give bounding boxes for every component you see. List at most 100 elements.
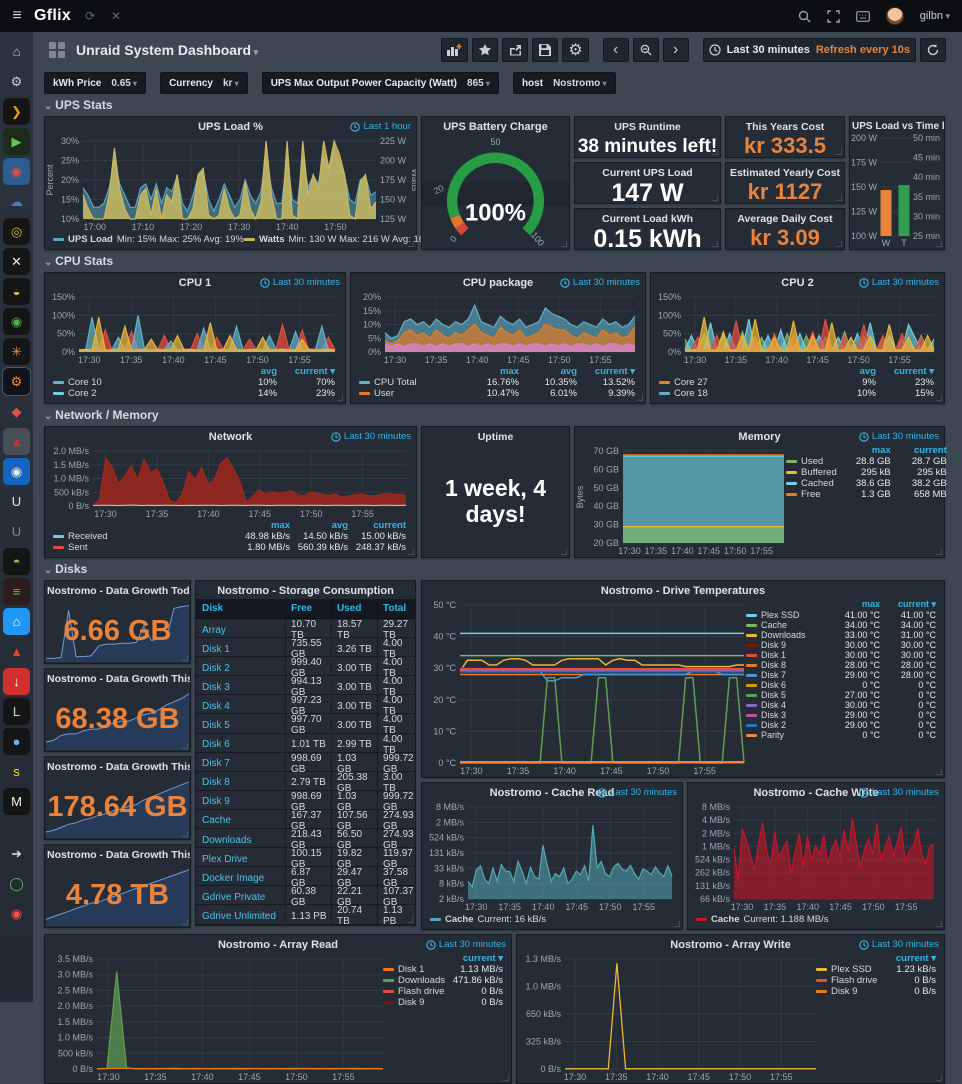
legend-column-header[interactable]: avg	[820, 366, 878, 377]
disk-name-link[interactable]: Cache	[202, 815, 285, 826]
panel-title[interactable]: UPS Load vs Time left	[850, 117, 944, 134]
disk-name-link[interactable]: Disk 2	[202, 663, 285, 674]
legend-series-name[interactable]: Disk 9	[746, 640, 826, 650]
sidebar-app-jacket-icon[interactable]: M	[3, 788, 30, 815]
variable-value-dropdown[interactable]: kr	[223, 78, 239, 89]
cpu2-chart[interactable]: 0%50%100%150%17:3017:3517:4017:4517:5017…	[651, 291, 944, 366]
sidebar-app-app-media-icon[interactable]: ◉	[3, 158, 30, 185]
panel-time-range-badge[interactable]: Last 1 hour	[350, 121, 411, 132]
legend-column-header[interactable]: current	[350, 520, 408, 531]
panel-time-range-badge[interactable]: Last 30 minutes	[331, 431, 411, 442]
legend-series-name[interactable]: Disk 8	[746, 660, 826, 670]
legend-column-header[interactable]: avg	[221, 366, 279, 377]
legend-series-name[interactable]: Disk 2	[746, 720, 826, 730]
legend-series-name[interactable]: Cache	[711, 914, 740, 925]
legend-series-name[interactable]: Disk 3	[746, 710, 826, 720]
legend-column-header[interactable]: avg	[292, 520, 350, 531]
disk-name-link[interactable]: Disk 3	[202, 682, 285, 693]
sidebar-app-download-icon[interactable]: ↓	[3, 668, 30, 695]
table-header-cell[interactable]: Free	[285, 603, 331, 614]
sidebar-app-unraid-icon[interactable]: ⚙	[3, 368, 30, 395]
table-header-cell[interactable]: Used	[331, 603, 377, 614]
section-disks[interactable]: Disks	[44, 562, 87, 576]
sidebar-app-cloud-icon[interactable]: ☁	[3, 188, 30, 215]
time-forward-button[interactable]: ›	[663, 38, 689, 62]
search-icon[interactable]	[798, 10, 811, 23]
panel-title[interactable]: UPS Battery Charge	[422, 117, 569, 135]
section-cpu-stats[interactable]: CPU Stats	[44, 254, 113, 268]
sidebar-app-share-icon[interactable]: ✳	[3, 338, 30, 365]
legend-series-name[interactable]: UPS Load	[68, 234, 113, 245]
legend-series-name[interactable]: Disk 9	[383, 997, 449, 1008]
dashboard-title[interactable]: Unraid System Dashboard	[76, 42, 258, 58]
refresh-button[interactable]	[920, 38, 946, 62]
legend-series-name[interactable]: Cache	[445, 914, 474, 925]
fullscreen-icon[interactable]	[827, 10, 840, 23]
cache-read-chart[interactable]: 2 kB/s8 kB/s33 kB/s131 kB/s524 kB/s2 MB/…	[422, 801, 682, 913]
variable-value-dropdown[interactable]: Nostromo	[553, 78, 606, 89]
disk-name-link[interactable]: Disk 1	[202, 644, 285, 655]
panel-time-range-badge[interactable]: Last 30 minutes	[426, 939, 506, 950]
legend-series-name[interactable]: Disk 9	[816, 986, 882, 997]
legend-column-header[interactable]: current ▾	[449, 953, 505, 964]
disk-name-link[interactable]: Plex Drive	[202, 854, 285, 865]
legend-series-name[interactable]: Plex SSD	[746, 610, 826, 620]
legend-column-header[interactable]: current ▾	[279, 366, 337, 377]
disk-name-link[interactable]: Downloads	[202, 835, 285, 846]
sidebar-app-unifi-green-icon[interactable]: U	[3, 518, 30, 545]
legend-series-name[interactable]: Cached	[786, 478, 837, 489]
panel-time-range-badge[interactable]: Last 30 minutes	[859, 277, 939, 288]
sidebar-app-lazylibrarian-icon[interactable]: L	[3, 698, 30, 725]
user-menu[interactable]: gilbn	[920, 10, 950, 22]
time-back-button[interactable]: ‹	[603, 38, 629, 62]
legend-column-header[interactable]: current ▾	[882, 599, 938, 610]
legend-series-name[interactable]: Core 27	[659, 377, 820, 388]
network-chart[interactable]: 0 B/s500 kB/s1.0 MB/s1.5 MB/s2.0 MB/s17:…	[45, 445, 416, 520]
panel-title[interactable]: Nostromo - Data Growth Today	[45, 581, 190, 599]
legend-series-name[interactable]: Disk 5	[746, 690, 826, 700]
legend-item[interactable]: CacheCurrent: 16 kB/s	[430, 914, 546, 925]
sidebar-app-pihole-icon[interactable]: ▲	[3, 428, 30, 455]
panel-title[interactable]: Nostromo - Storage Consumption	[196, 581, 415, 599]
sidebar-app-settings-icon[interactable]: ⚙	[3, 68, 30, 95]
legend-series-name[interactable]: Downloads	[383, 975, 449, 986]
table-header-cell[interactable]: Total	[377, 603, 421, 614]
close-icon[interactable]: ✕	[111, 9, 121, 23]
legend-series-name[interactable]: Flash drive	[816, 975, 882, 986]
share-button[interactable]	[502, 38, 528, 62]
sidebar-app-plex-icon[interactable]: ❯	[3, 98, 30, 125]
legend-series-name[interactable]: Free	[786, 489, 837, 500]
ups-load-vs-time-chart[interactable]: 100 W125 W150 W175 W200 W25 min30 min35 …	[850, 134, 944, 249]
legend-series-name[interactable]: User	[359, 388, 463, 399]
sidebar-app-lifebuoy-icon[interactable]: ◉	[3, 900, 30, 927]
sidebar-app-shield-icon[interactable]: ◆	[3, 398, 30, 425]
ups-load-chart[interactable]: 10%15%20%25%30%125 W150 W175 W200 W225 W…	[45, 135, 416, 233]
legend-series-name[interactable]: Flash drive	[383, 986, 449, 997]
legend-column-header[interactable]: current ▾	[882, 953, 938, 964]
section-network-memory[interactable]: Network / Memory	[44, 408, 159, 422]
legend-series-name[interactable]: Core 2	[53, 388, 221, 399]
legend-series-name[interactable]: Disk 6	[746, 680, 826, 690]
legend-column-header[interactable]: max	[837, 445, 893, 456]
disk-name-link[interactable]: Array	[202, 625, 285, 636]
variable-kwh-price[interactable]: kWh Price0.65	[44, 72, 146, 94]
sidebar-app-sign-out-icon[interactable]: ➜	[3, 840, 30, 867]
table-header-cell[interactable]: Disk	[202, 603, 285, 614]
sync-icon[interactable]: ⟳	[85, 9, 95, 23]
panel-time-range-badge[interactable]: Last 30 minutes	[859, 939, 939, 950]
panel-time-range-badge[interactable]: Last 30 minutes	[560, 277, 640, 288]
star-button[interactable]	[472, 38, 498, 62]
legend-column-header[interactable]: current ▾	[579, 366, 637, 377]
panel-title[interactable]: UPS Runtime	[575, 117, 720, 135]
legend-series-name[interactable]: Core 10	[53, 377, 221, 388]
sidebar-app-app-yellow-icon[interactable]: ◒	[3, 278, 30, 305]
panel-title[interactable]: Nostromo - Data Growth This Month	[45, 757, 190, 775]
legend-series-name[interactable]: Plex SSD	[816, 964, 882, 975]
legend-series-name[interactable]: Disk 4	[746, 700, 826, 710]
keyboard-icon[interactable]	[856, 11, 870, 22]
legend-series-name[interactable]: Received	[53, 531, 234, 542]
panel-title[interactable]: Nostromo - Drive Temperatures	[422, 581, 944, 599]
legend-series-name[interactable]: Disk 1	[383, 964, 449, 975]
time-range-picker[interactable]: Last 30 minutes Refresh every 10s	[703, 38, 916, 62]
legend-series-name[interactable]: Used	[786, 456, 837, 467]
